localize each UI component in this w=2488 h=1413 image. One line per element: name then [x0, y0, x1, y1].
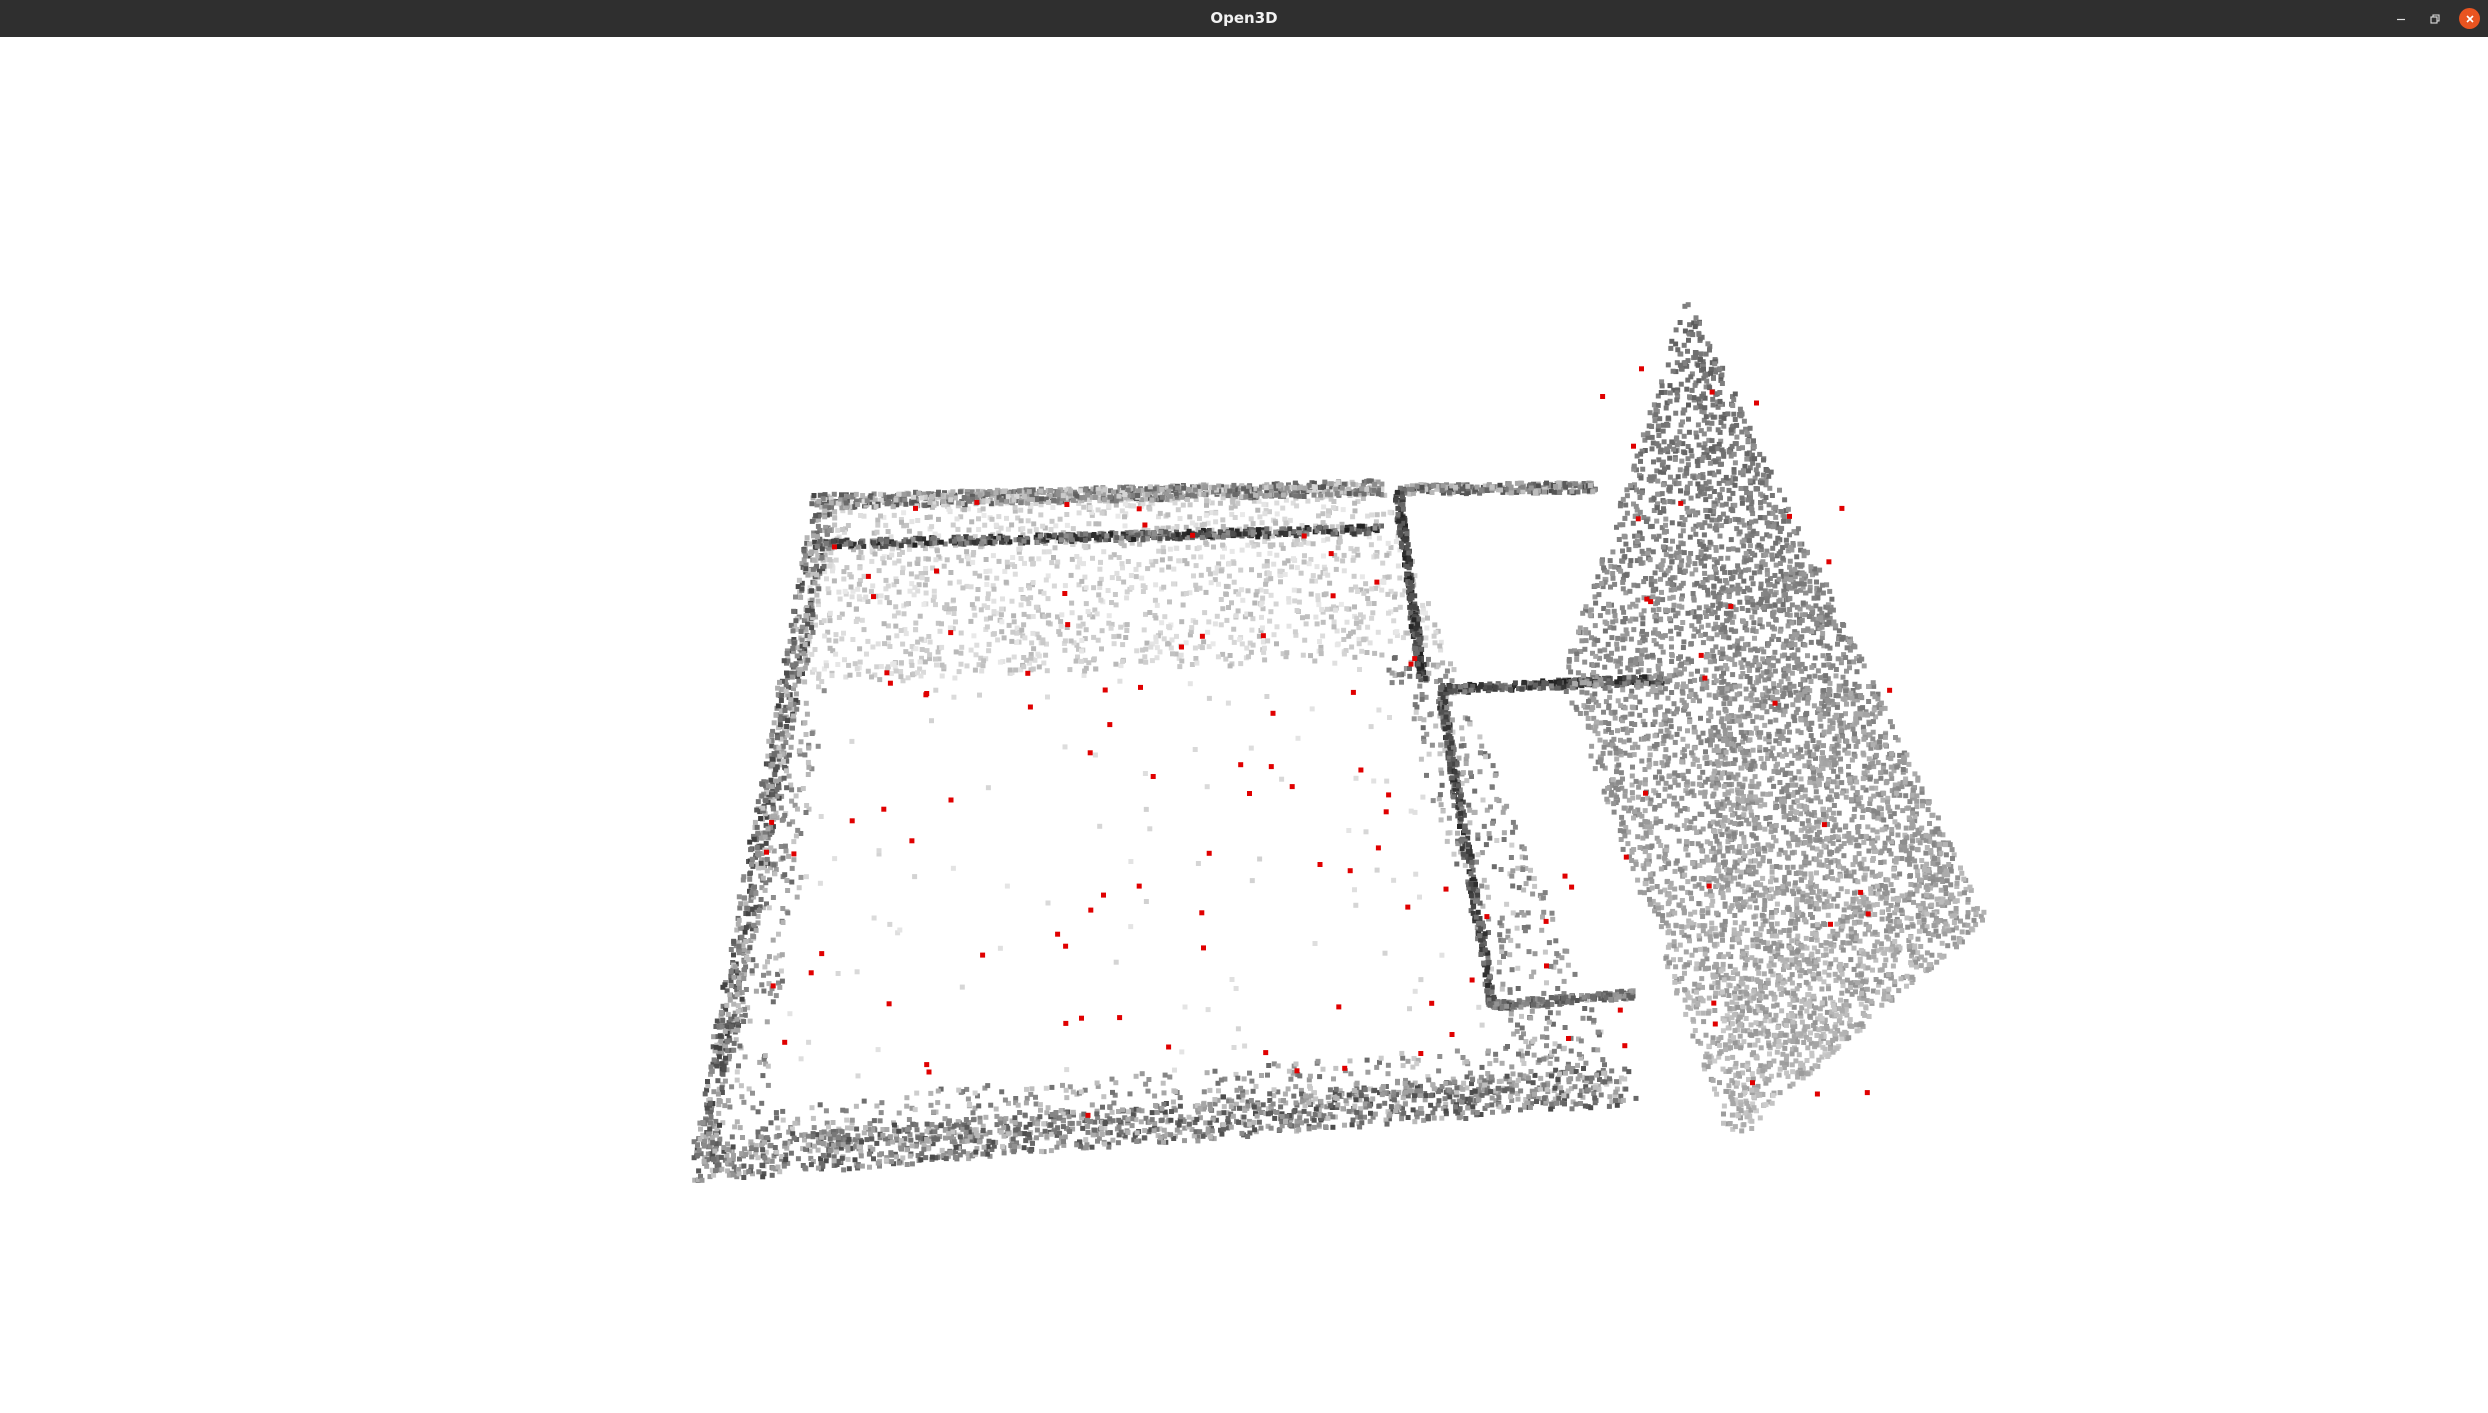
minimize-icon	[2396, 18, 2405, 20]
open3d-window: Open3D	[0, 0, 2488, 1413]
restore-icon	[2429, 13, 2440, 24]
restore-button[interactable]	[2424, 8, 2445, 29]
point-cloud	[691, 302, 1987, 1183]
minimize-button[interactable]	[2390, 8, 2411, 29]
title-bar[interactable]: Open3D	[0, 0, 2488, 37]
window-title: Open3D	[1210, 9, 1278, 27]
3d-viewport[interactable]	[0, 37, 2488, 1413]
close-icon	[2465, 14, 2474, 23]
close-button[interactable]	[2459, 8, 2480, 29]
